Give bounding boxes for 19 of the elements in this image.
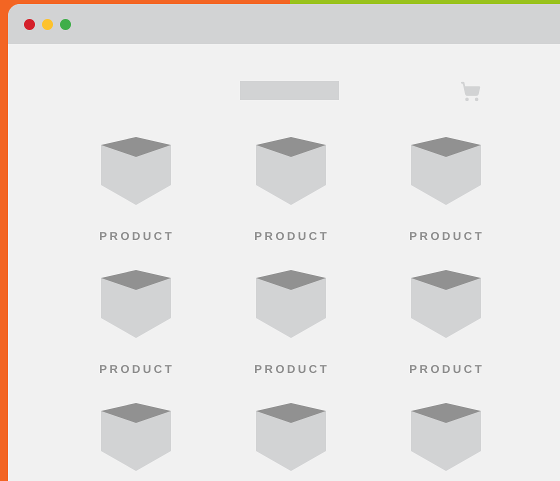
cube-icon [256, 403, 326, 471]
product-label: PRODUCT [408, 364, 484, 376]
cube-icon [256, 137, 326, 205]
window-control-dot[interactable] [42, 18, 53, 30]
window-control-dot[interactable] [24, 18, 35, 30]
cube-icon [410, 403, 480, 471]
cube-icon [100, 403, 170, 471]
cube-icon [410, 137, 480, 205]
cube-icon [410, 270, 480, 338]
cube-icon [100, 137, 170, 205]
window-control-dot[interactable] [60, 18, 71, 30]
product-label: PRODUCT [98, 364, 174, 376]
product-label: PRODUCT [98, 231, 174, 243]
cube-icon [100, 270, 170, 338]
product-label: PRODUCT [408, 231, 484, 243]
cart-icon[interactable] [460, 81, 481, 102]
product-label: PRODUCT [253, 231, 330, 243]
product-label: PRODUCT [253, 364, 330, 376]
cube-icon [256, 270, 326, 338]
